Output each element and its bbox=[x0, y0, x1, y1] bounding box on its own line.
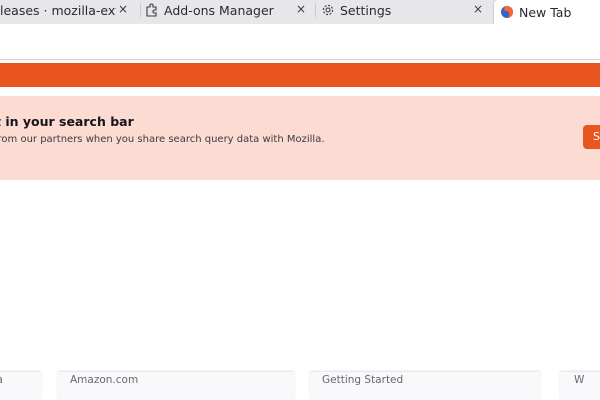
tab-label: Add-ons Manager bbox=[164, 2, 274, 18]
shortcut-tile[interactable]: ra bbox=[0, 372, 41, 400]
close-tab-icon[interactable]: × bbox=[118, 2, 128, 16]
shortcut-label: Getting Started bbox=[322, 374, 404, 386]
accent-bar bbox=[0, 63, 600, 87]
shortcut-tile[interactable]: W bbox=[560, 372, 600, 400]
shortcut-tile[interactable]: Amazon.com bbox=[58, 372, 294, 400]
tab-label: Settings bbox=[340, 2, 392, 18]
tab-strip: leases · mozilla-extensio × Add-ons Mana… bbox=[0, 0, 600, 24]
url-bar-area[interactable] bbox=[0, 24, 600, 60]
shortcut-label: ra bbox=[0, 374, 3, 386]
gear-icon bbox=[322, 4, 334, 16]
tab-label: leases · mozilla-extensio bbox=[0, 2, 116, 18]
shortcut-label: Amazon.com bbox=[70, 374, 139, 386]
shortcut-tile[interactable]: Getting Started bbox=[310, 372, 540, 400]
browser-window: leases · mozilla-extensio × Add-ons Mana… bbox=[0, 0, 600, 400]
tab-separator bbox=[140, 3, 141, 17]
close-tab-icon[interactable]: × bbox=[473, 2, 483, 16]
banner-description: from our partners when you share search … bbox=[0, 134, 325, 145]
puzzle-icon bbox=[146, 3, 157, 17]
search-suggestions-banner: t in your search bar from our partners w… bbox=[0, 96, 600, 180]
tab-new-tab[interactable]: New Tab bbox=[494, 0, 600, 24]
tab-releases[interactable]: leases · mozilla-extensio × bbox=[0, 0, 134, 20]
shortcut-label: W bbox=[574, 374, 585, 386]
firefox-icon bbox=[501, 6, 513, 18]
tab-settings[interactable]: Settings × bbox=[321, 0, 487, 20]
close-tab-icon[interactable]: × bbox=[296, 2, 306, 16]
tab-addons-manager[interactable]: Add-ons Manager × bbox=[145, 0, 310, 20]
banner-title: t in your search bar bbox=[0, 114, 134, 129]
tab-label: New Tab bbox=[519, 4, 572, 20]
tab-separator bbox=[315, 3, 316, 17]
banner-action-button[interactable]: S bbox=[583, 125, 600, 149]
